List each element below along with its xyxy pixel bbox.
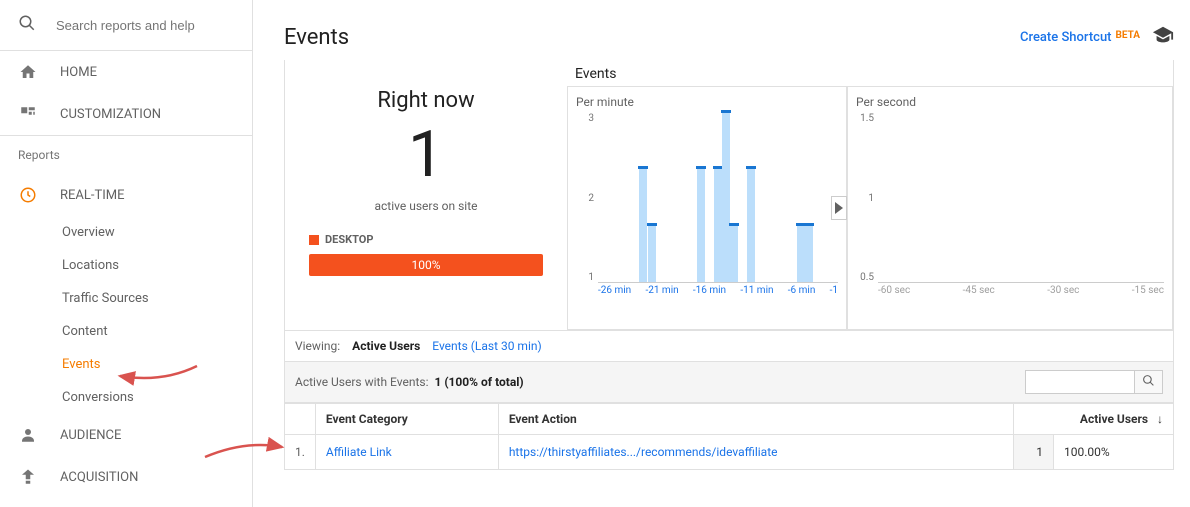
nav-audience-label: AUDIENCE <box>60 428 121 443</box>
nav-realtime-label: REAL-TIME <box>60 188 125 203</box>
nav-acquisition[interactable]: ACQUISITION <box>0 456 252 498</box>
nav-overview[interactable]: Overview <box>0 216 252 249</box>
nav-locations[interactable]: Locations <box>0 249 252 282</box>
search-icon <box>18 14 40 36</box>
nav-home-label: HOME <box>60 65 97 80</box>
chart-expand-button[interactable] <box>831 196 847 220</box>
page-header: Events Create ShortcutBETA <box>284 0 1174 60</box>
cell-category[interactable]: Affiliate Link <box>315 435 498 470</box>
search-input[interactable] <box>56 18 226 33</box>
nav-acquisition-label: ACQUISITION <box>60 470 138 485</box>
sidebar: HOME CUSTOMIZATION Reports REAL-TIME Ove… <box>0 0 253 507</box>
table-filter-input[interactable] <box>1025 370 1135 394</box>
nav-home[interactable]: HOME <box>0 51 252 93</box>
th-active-users[interactable]: Active Users ↓ <box>1014 404 1174 435</box>
events-table: Event Category Event Action Active Users… <box>284 403 1174 470</box>
home-icon <box>18 63 38 81</box>
nav-customization-label: CUSTOMIZATION <box>60 107 161 122</box>
device-bar: 100% <box>309 254 543 276</box>
nav-content[interactable]: Content <box>0 315 252 348</box>
create-shortcut-link[interactable]: Create ShortcutBETA <box>1020 30 1140 45</box>
viewing-events-30[interactable]: Events (Last 30 min) <box>432 339 541 353</box>
per-minute-label: Per minute <box>576 95 838 109</box>
charts-panel: Events Per minute 321 -26 min-21 min-16 … <box>567 60 1173 330</box>
th-category[interactable]: Event Category <box>315 404 498 435</box>
nav-conversions[interactable]: Conversions <box>0 381 252 414</box>
person-icon <box>18 426 38 444</box>
per-second-label: Per second <box>856 95 1164 109</box>
dashboard-icon <box>18 105 38 123</box>
clock-icon <box>18 186 38 204</box>
table-row: 1.Affiliate Linkhttps://thirstyaffiliate… <box>285 435 1174 470</box>
viewing-active-users[interactable]: Active Users <box>352 339 420 353</box>
search-row <box>0 0 252 51</box>
rightnow-panel: Right now 1 active users on site DESKTOP… <box>285 60 567 330</box>
per-minute-chart: Per minute 321 -26 min-21 min-16 min-11 … <box>567 86 847 330</box>
rightnow-count: 1 <box>285 123 567 187</box>
nav-events[interactable]: Events <box>0 348 252 381</box>
summary-text: Active Users with Events: 1 (100% of tot… <box>295 375 524 389</box>
per-second-chart: Per second 1.510.5 -60 sec-45 sec-30 sec… <box>847 86 1173 330</box>
cell-action[interactable]: https://thirstyaffiliates.../recommends/… <box>498 435 1013 470</box>
share-icon <box>18 468 38 486</box>
cell-pct: 100.00% <box>1054 435 1174 470</box>
nav-realtime[interactable]: REAL-TIME <box>0 174 252 216</box>
reports-label: Reports <box>0 136 252 174</box>
device-label: DESKTOP <box>309 233 543 246</box>
nav-audience[interactable]: AUDIENCE <box>0 414 252 456</box>
charts-title: Events <box>567 60 1173 86</box>
viewing-row: Viewing: Active Users Events (Last 30 mi… <box>284 331 1174 361</box>
page-title: Events <box>284 25 349 50</box>
summary-row: Active Users with Events: 1 (100% of tot… <box>284 361 1174 403</box>
graduation-cap-icon[interactable] <box>1152 24 1174 50</box>
nav-customization[interactable]: CUSTOMIZATION <box>0 93 252 135</box>
main: Events Create ShortcutBETA Right now 1 a… <box>268 0 1190 507</box>
rightnow-sub: active users on site <box>285 199 567 213</box>
cell-count: 1 <box>1014 435 1054 470</box>
table-filter-button[interactable] <box>1135 370 1163 394</box>
rightnow-title: Right now <box>285 88 567 113</box>
sort-down-icon: ↓ <box>1157 412 1163 426</box>
viewing-label: Viewing: <box>295 339 340 353</box>
th-action[interactable]: Event Action <box>498 404 1013 435</box>
nav-traffic[interactable]: Traffic Sources <box>0 282 252 315</box>
